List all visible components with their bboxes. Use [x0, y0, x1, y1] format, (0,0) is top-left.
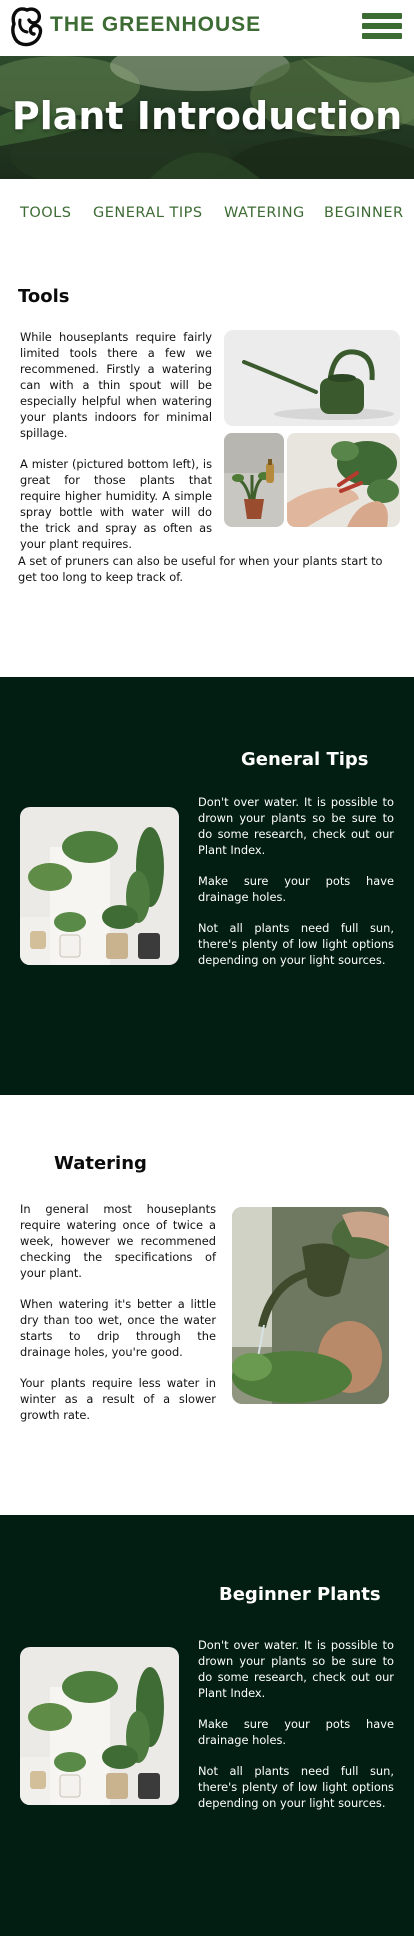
tools-heading: Tools	[18, 286, 70, 307]
hero-banner: Plant Introduction	[0, 56, 414, 179]
general-tips-heading: General Tips	[241, 749, 369, 770]
hamburger-menu-icon[interactable]	[362, 13, 402, 39]
watering-can-image	[224, 330, 400, 426]
watering-paragraph: In general most houseplants require wate…	[20, 1202, 216, 1280]
nav-link-tools[interactable]: TOOLS	[20, 205, 71, 221]
plants-collection-image	[20, 807, 179, 965]
watering-plant-image	[232, 1207, 389, 1404]
beginner-plants-image	[20, 1647, 179, 1805]
tools-paragraph: While houseplants require fairly limited…	[20, 330, 212, 440]
brand-name[interactable]: THE GREENHOUSE	[50, 13, 261, 37]
beginner-plants-section: Beginner Plants Don't over water. It is …	[0, 1515, 414, 1936]
section-nav: TOOLS GENERAL TIPS WATERING BEGINNER	[0, 205, 414, 231]
pruners-image	[287, 433, 400, 527]
nav-link-general-tips[interactable]: GENERAL TIPS	[93, 205, 203, 221]
beginner-paragraph: Don't over water. It is possible to drow…	[198, 1638, 394, 1700]
tools-paragraph: A set of pruners can also be useful for …	[18, 554, 383, 584]
general-tips-section: General Tips Don't over water. It is pos…	[0, 677, 414, 1095]
beginner-plants-text: Don't over water. It is possible to drow…	[198, 1637, 394, 1826]
watering-paragraph: When watering it's better a little dry t…	[20, 1297, 216, 1359]
watering-text: In general most houseplants require wate…	[20, 1201, 216, 1438]
watering-heading: Watering	[54, 1153, 147, 1174]
nav-link-beginner[interactable]: BEGINNER	[324, 205, 404, 221]
tip-paragraph: Make sure your pots have drainage holes.	[198, 874, 394, 904]
watering-paragraph: Your plants require less water in winter…	[20, 1376, 216, 1422]
tools-paragraph: A mister (pictured bottom left), is grea…	[20, 457, 212, 551]
site-header: THE GREENHOUSE	[0, 0, 414, 56]
tip-paragraph: Don't over water. It is possible to drow…	[198, 795, 394, 857]
beginner-paragraph: Not all plants need full sun, there's pl…	[198, 1764, 394, 1810]
mister-image	[224, 433, 284, 527]
tools-text: While houseplants require fairly limited…	[20, 329, 212, 567]
greenhouse-logo-icon[interactable]	[8, 4, 46, 48]
beginner-paragraph: Make sure your pots have drainage holes.	[198, 1717, 394, 1747]
tip-paragraph: Not all plants need full sun, there's pl…	[198, 921, 394, 967]
general-tips-text: Don't over water. It is possible to drow…	[198, 794, 394, 983]
nav-link-watering[interactable]: WATERING	[224, 205, 305, 221]
beginner-plants-heading: Beginner Plants	[219, 1584, 381, 1605]
hero-title: Plant Introduction	[11, 94, 403, 138]
